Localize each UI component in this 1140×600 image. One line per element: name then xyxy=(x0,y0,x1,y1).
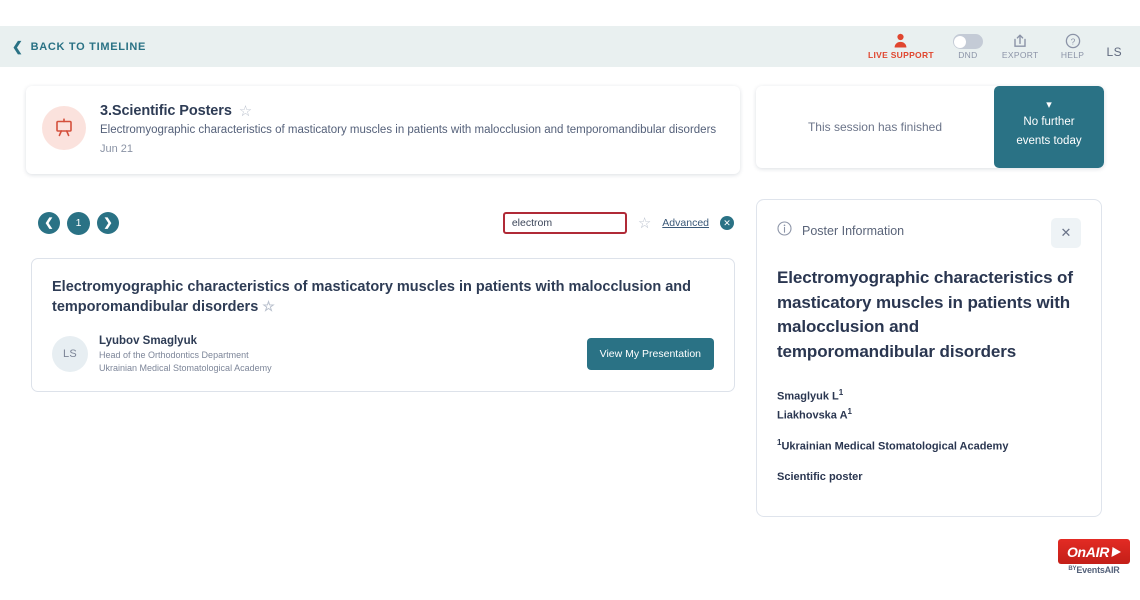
back-to-timeline-button[interactable]: ❮ BACK TO TIMELINE xyxy=(12,40,146,53)
page-number-1[interactable]: 1 xyxy=(67,211,90,235)
session-header-card: 3.Scientific Posters ☆ Electromyographic… xyxy=(26,86,740,174)
toggle-knob xyxy=(954,35,967,48)
question-circle-icon: ? xyxy=(1065,33,1081,49)
info-circle-icon xyxy=(777,221,792,241)
onair-poster-session-page: ❮ BACK TO TIMELINE LIVE SUPPORT DND EXPO… xyxy=(0,0,1140,600)
favourites-filter-star-outline-icon[interactable]: ☆ xyxy=(638,216,651,231)
results-toolbar: ❮ 1 ❯ ☆ Advanced ✕ xyxy=(26,206,740,240)
no-further-events-line1: No further xyxy=(1023,116,1075,129)
poster-result-card[interactable]: Electromyographic characteristics of mas… xyxy=(31,258,735,393)
author-entry: Smaglyuk L1 xyxy=(777,387,1081,406)
close-icon[interactable]: ✕ xyxy=(1051,218,1081,248)
author-name: Liakhovska A xyxy=(777,409,848,422)
dnd-toggle-button[interactable]: DND xyxy=(951,34,985,60)
poster-result-title: Electromyographic characteristics of mas… xyxy=(52,277,692,318)
live-support-label: LIVE SUPPORT xyxy=(867,50,934,61)
svg-text:?: ? xyxy=(1070,37,1075,47)
eventsair-wordmark: EventsAIR xyxy=(1076,565,1120,575)
poster-result-title-text: Electromyographic characteristics of mas… xyxy=(52,279,692,316)
toggle-switch-off-icon[interactable] xyxy=(952,34,983,50)
back-to-timeline-label: BACK TO TIMELINE xyxy=(30,40,147,53)
session-title-row: 3.Scientific Posters ☆ xyxy=(100,103,722,119)
star-outline-icon[interactable]: ☆ xyxy=(262,299,275,313)
poster-affiliation: 1Ukrainian Medical Stomatological Academ… xyxy=(777,438,1081,453)
poster-information-header-left: Poster Information xyxy=(777,218,904,241)
presenter-row: LS Lyubov Smaglyuk Head of the Orthodont… xyxy=(52,334,714,376)
presenter-text-block: Lyubov Smaglyuk Head of the Orthodontics… xyxy=(99,334,272,376)
avatar: LS xyxy=(52,336,88,373)
help-label: HELP xyxy=(1060,50,1085,61)
top-bar-actions: LIVE SUPPORT DND EXPORT ? HELP LS xyxy=(868,33,1126,60)
top-navigation-bar: ❮ BACK TO TIMELINE LIVE SUPPORT DND EXPO… xyxy=(0,26,1140,67)
poster-information-header: Poster Information ✕ xyxy=(777,218,1081,248)
export-button[interactable]: EXPORT xyxy=(1002,33,1039,60)
advanced-search-link[interactable]: Advanced xyxy=(662,217,709,229)
search-input[interactable] xyxy=(502,212,627,234)
session-details: 3.Scientific Posters ☆ Electromyographic… xyxy=(100,102,722,155)
session-subtitle: Electromyographic characteristics of mas… xyxy=(100,124,717,136)
presentation-board-icon xyxy=(42,106,86,150)
chevron-down-icon: ▾ xyxy=(1046,99,1052,112)
session-status-message: This session has finished xyxy=(807,120,943,134)
author-affiliation-ref: 1 xyxy=(847,406,852,416)
chevron-right-circle-icon[interactable]: ❯ xyxy=(97,212,119,234)
poster-information-panel: Poster Information ✕ Electromyographic c… xyxy=(756,199,1102,517)
author-entry: Liakhovska A1 xyxy=(777,406,1081,425)
no-further-events-line2: events today xyxy=(1016,135,1082,147)
dnd-label: DND xyxy=(958,50,978,61)
presenter-role: Head of the Orthodontics Department xyxy=(99,350,249,361)
view-my-presentation-button[interactable]: View My Presentation xyxy=(586,338,714,371)
no-further-events-button[interactable]: ▾ No further events today xyxy=(994,86,1104,168)
author-affiliation-ref: 1 xyxy=(838,387,844,397)
pagination: ❮ 1 ❯ xyxy=(38,211,119,235)
play-triangle-icon xyxy=(1111,546,1122,557)
star-outline-icon[interactable]: ☆ xyxy=(239,104,252,119)
poster-authors: Smaglyuk L1 Liakhovska A1 xyxy=(777,387,1081,426)
author-name: Smaglyuk L xyxy=(777,390,839,403)
session-title: 3.Scientific Posters xyxy=(100,103,232,119)
export-upload-icon xyxy=(1012,33,1028,49)
poster-information-title: Poster Information xyxy=(802,224,905,238)
presenter-name: Lyubov Smaglyuk xyxy=(99,334,197,347)
eventsair-byline: BYEventsAIR xyxy=(1068,566,1119,575)
onair-badge: OnAIR xyxy=(1058,539,1130,564)
session-date: Jun 21 xyxy=(100,142,134,155)
close-circle-icon[interactable]: ✕ xyxy=(720,216,734,230)
export-label: EXPORT xyxy=(1001,50,1039,61)
chevron-left-icon: ❮ xyxy=(12,39,24,54)
chevron-left-circle-icon[interactable]: ❮ xyxy=(38,212,60,234)
presenter-details: LS Lyubov Smaglyuk Head of the Orthodont… xyxy=(52,334,272,376)
session-status-card: This session has finished ▾ No further e… xyxy=(756,86,1104,168)
live-support-button[interactable]: LIVE SUPPORT xyxy=(868,33,934,60)
live-support-icon xyxy=(892,33,909,49)
user-avatar-initials[interactable]: LS xyxy=(1107,45,1122,60)
poster-full-title: Electromyographic characteristics of mas… xyxy=(777,268,1073,361)
presenter-organisation: Ukrainian Medical Stomatological Academy xyxy=(99,363,272,374)
help-button[interactable]: ? HELP xyxy=(1056,33,1090,60)
onair-wordmark: OnAIR xyxy=(1066,543,1110,560)
affiliation-name: Ukrainian Medical Stomatological Academy xyxy=(781,440,1009,453)
poster-presentation-type: Scientific poster xyxy=(777,470,863,483)
search-controls: ☆ Advanced ✕ xyxy=(502,212,740,234)
onair-eventsair-logo: OnAIR BYEventsAIR xyxy=(1058,539,1130,577)
